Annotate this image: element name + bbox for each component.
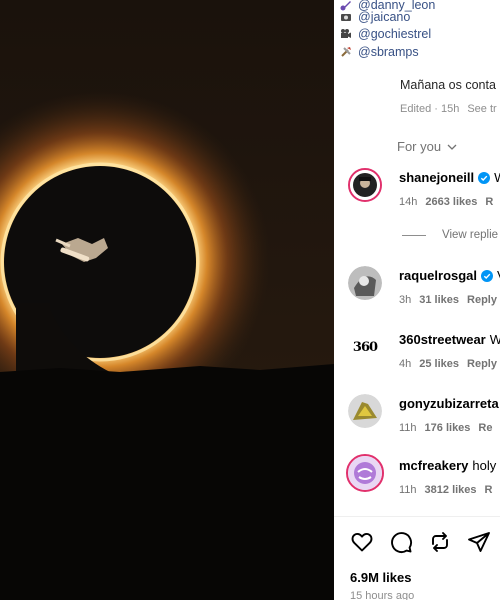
verified-badge-icon <box>478 171 491 184</box>
camera-icon <box>341 14 351 21</box>
heart-icon[interactable] <box>350 530 374 554</box>
comment-meta: 14h 2663 likes R <box>399 196 500 208</box>
reply-button[interactable]: Reply <box>467 294 497 306</box>
post-actions-bar <box>350 530 500 554</box>
comment-time: 11h <box>399 422 417 434</box>
credit-line: @sbramps <box>340 44 419 60</box>
credit-handle[interactable]: @jaicano <box>358 10 410 24</box>
comment-header: gonyzubizarreta <box>399 396 499 411</box>
avatar-logo-text: 360 <box>352 339 378 355</box>
post-time: 15 hours ago <box>350 590 415 600</box>
tools-icon <box>341 47 351 57</box>
comment-item: gonyzubizarreta 11h 176 likes Re <box>348 394 500 440</box>
replies-divider <box>402 234 426 236</box>
post-caption: Mañana os conta <box>400 78 496 92</box>
credit-handle[interactable]: @sbramps <box>358 45 419 59</box>
post-side-panel: @danny_leon @jaicano @gochiestrel @sbram… <box>334 0 500 600</box>
edited-time: Edited · 15h <box>400 103 460 115</box>
comment-meta: 4h 25 likes Reply <box>399 358 500 370</box>
comment-likes[interactable]: 2663 likes <box>425 196 477 208</box>
likes-count[interactable]: 6.9M likes <box>350 570 411 585</box>
comment-icon[interactable] <box>389 530 413 554</box>
avatar[interactable]: 360 <box>348 330 382 364</box>
comment-header: shanejoneill W <box>399 170 500 185</box>
sort-label: For you <box>397 139 442 154</box>
avatar[interactable] <box>346 454 384 492</box>
comment-item: raquelrosgal V 3h 31 likes Reply <box>348 266 500 312</box>
comment-username[interactable]: gonyzubizarreta <box>399 396 499 411</box>
eclipse-skateboard-image <box>0 0 334 600</box>
reply-button[interactable]: R <box>485 196 493 208</box>
chevron-down-icon <box>447 144 457 150</box>
actions-divider <box>334 516 500 517</box>
post-photo[interactable] <box>0 0 334 600</box>
avatar[interactable] <box>348 168 382 202</box>
comment-username[interactable]: mcfreakery <box>399 458 468 473</box>
credit-handle[interactable]: @gochiestrel <box>358 27 431 41</box>
comment-likes[interactable]: 176 likes <box>425 422 471 434</box>
reply-button[interactable]: Re <box>478 422 492 434</box>
comment-likes[interactable]: 3812 likes <box>425 484 477 496</box>
verified-badge-icon <box>481 269 494 282</box>
comment-item: mcfreakery holy 11h 3812 likes R <box>346 454 500 502</box>
comment-header: mcfreakery holy <box>399 458 496 473</box>
comment-sort-dropdown[interactable]: For you <box>397 139 457 154</box>
avatar[interactable] <box>348 266 382 300</box>
comment-time: 14h <box>399 196 418 208</box>
comment-username[interactable]: 360streetwear <box>399 332 486 347</box>
comment-text: W <box>494 170 500 185</box>
video-camera-icon <box>341 29 351 38</box>
avatar[interactable] <box>348 394 382 428</box>
edited-line: Edited · 15h See tr <box>400 103 497 115</box>
credit-line: @jaicano <box>340 9 410 25</box>
comment-header: 360streetwear W <box>399 332 500 347</box>
comment-meta: 3h 31 likes Reply <box>399 294 500 306</box>
see-translation-link[interactable]: See tr <box>467 103 496 115</box>
comment-meta: 11h 176 likes Re <box>399 422 500 434</box>
send-icon[interactable] <box>467 530 491 554</box>
comment-item: 360 360streetwear W 4h 25 likes Reply <box>348 330 500 376</box>
comment-time: 3h <box>399 294 412 306</box>
comment-text: W <box>489 332 500 347</box>
repost-icon[interactable] <box>428 530 452 554</box>
comment-meta: 11h 3812 likes R <box>399 484 500 496</box>
view-replies-button[interactable]: View replie <box>402 229 498 241</box>
comment-likes[interactable]: 25 likes <box>419 358 459 370</box>
view-replies-label: View replie <box>442 229 499 241</box>
comment-text: holy <box>472 458 497 473</box>
comment-likes[interactable]: 31 likes <box>419 294 459 306</box>
comment-time: 11h <box>399 484 417 496</box>
comment-header: raquelrosgal V <box>399 268 500 283</box>
comment-time: 4h <box>399 358 412 370</box>
reply-button[interactable]: Reply <box>467 358 497 370</box>
comment-username[interactable]: shanejoneill <box>399 170 474 185</box>
comment-username[interactable]: raquelrosgal <box>399 268 477 283</box>
reply-button[interactable]: R <box>485 484 493 496</box>
comment-item: shanejoneill W 14h 2663 likes R <box>348 168 500 214</box>
credit-line: @gochiestrel <box>340 26 431 42</box>
